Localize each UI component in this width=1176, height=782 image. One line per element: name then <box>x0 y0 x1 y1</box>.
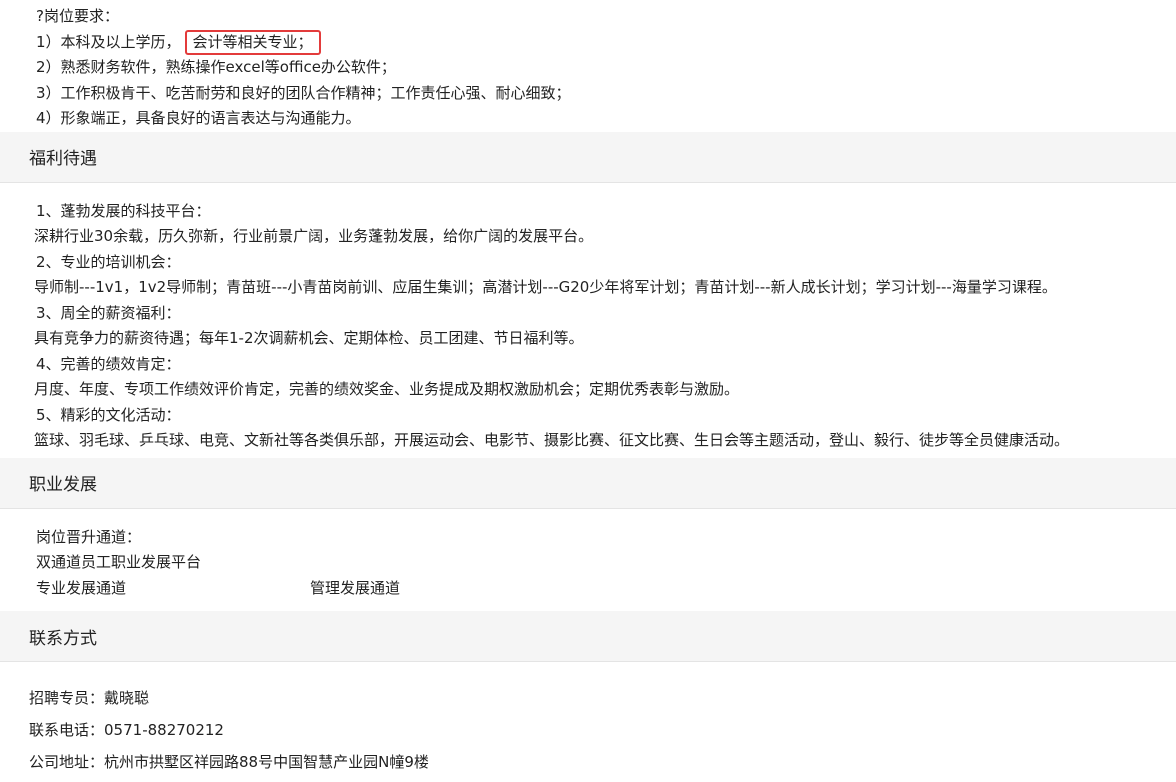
requirement-item-1: 1）本科及以上学历， 会计等相关专业； <box>36 29 1176 56</box>
benefits-section-title: 福利待遇 <box>0 131 1176 183</box>
benefit-line: 导师制---1v1，1v2导师制；青苗班---小青苗岗前训、应届生集训；高潜计划… <box>34 278 1057 296</box>
benefit-line: 3、周全的薪资福利： <box>36 303 181 322</box>
career-section-title: 职业发展 <box>0 457 1176 509</box>
phone-number: 0571-88270212 <box>104 721 224 739</box>
benefit-line: 月度、年度、专项工作绩效评价肯定，完善的绩效奖金、业务提成及期权激励机会；定期优… <box>34 380 740 398</box>
benefit-line: 1、蓬勃发展的科技平台： <box>36 201 211 220</box>
requirement-item-2: 2）熟悉财务软件，熟练操作excel等office办公软件； <box>36 58 396 76</box>
address-label: 公司地址： <box>29 753 105 771</box>
benefit-line: 具有竞争力的薪资待遇；每年1-2次调薪机会、定期体检、员工团建、节日福利等。 <box>34 329 584 347</box>
requirement-item-4: 4）形象端正，具备良好的语言表达与沟通能力。 <box>36 109 361 127</box>
benefit-line: 篮球、羽毛球、乒乓球、电竞、文新社等各类俱乐部，开展运动会、电影节、摄影比赛、征… <box>34 431 1070 449</box>
requirements-section: ?岗位要求： 1）本科及以上学历， 会计等相关专业； 2）熟悉财务软件，熟练操作e… <box>0 0 1176 132</box>
phone-label: 联系电话： <box>29 721 105 739</box>
career-tracks: 专业发展通道 管理发展通道 <box>36 576 1176 602</box>
career-promotion-heading: 岗位晋升通道： <box>36 527 142 546</box>
company-address: 杭州市拱墅区祥园路88号中国智慧产业园N幢9楼 <box>104 753 429 771</box>
job-detail-page: ?岗位要求： 1）本科及以上学历， 会计等相关专业； 2）熟悉财务软件，熟练操作e… <box>0 0 1176 782</box>
requirement-item-3: 3）工作积极肯干、吃苦耐劳和良好的团队合作精神；工作责任心强、耐心细致； <box>36 83 571 102</box>
benefits-section: 1、蓬勃发展的科技平台： 深耕行业30余载，历久弥新，行业前景广阔，业务蓬勃发展… <box>0 183 1176 458</box>
track-professional: 专业发展通道 <box>36 578 127 597</box>
highlighted-major-requirement: 会计等相关专业； <box>184 29 321 55</box>
track-management: 管理发展通道 <box>310 578 401 597</box>
contact-address-row: 公司地址：杭州市拱墅区祥园路88号中国智慧产业园N幢9楼 <box>29 746 1176 778</box>
contact-section-title: 联系方式 <box>0 611 1176 662</box>
contact-section: 招聘专员：戴晓聪 联系电话：0571-88270212 公司地址：杭州市拱墅区祥… <box>0 662 1176 778</box>
career-section: 岗位晋升通道： 双通道员工职业发展平台 专业发展通道 管理发展通道 <box>0 509 1176 612</box>
requirements-heading: ?岗位要求： <box>36 7 119 25</box>
recruiter-name: 戴晓聪 <box>104 689 150 707</box>
requirement-item-1-text: 1）本科及以上学历， <box>36 32 181 51</box>
recruiter-label: 招聘专员： <box>29 689 105 707</box>
benefit-line: 深耕行业30余载，历久弥新，行业前景广阔，业务蓬勃发展，给你广阔的发展平台。 <box>34 227 594 245</box>
benefit-line: 5、精彩的文化活动： <box>36 405 181 424</box>
benefit-line: 4、完善的绩效肯定： <box>36 354 181 373</box>
career-platform-text: 双通道员工职业发展平台 <box>36 553 202 571</box>
benefit-line: 2、专业的培训机会： <box>36 252 181 271</box>
contact-phone-row: 联系电话：0571-88270212 <box>29 714 1176 746</box>
contact-recruiter-row: 招聘专员：戴晓聪 <box>29 682 1176 714</box>
